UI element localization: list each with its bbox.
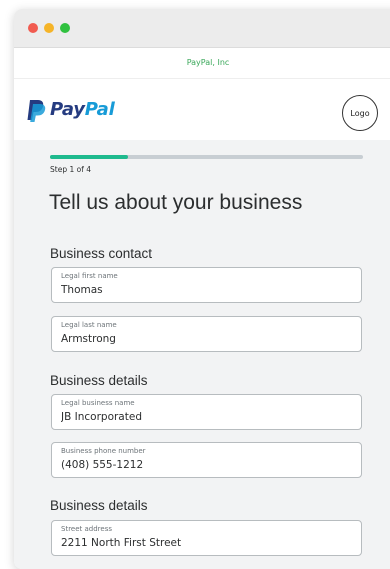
- business-phone-number-label: Business phone number: [61, 447, 146, 455]
- paypal-wordmark: PayPal: [50, 99, 115, 120]
- paypal-logo-icon: [27, 100, 46, 122]
- street-address-label: Street address: [61, 525, 112, 533]
- paypal-wordmark-pal: Pal: [84, 99, 115, 120]
- site-identity-label: PayPal, Inc: [186, 58, 230, 67]
- legal-business-name-label: Legal business name: [61, 399, 135, 407]
- street-address-input[interactable]: [61, 537, 351, 549]
- section-title-business-details: Business details: [50, 373, 148, 388]
- address-bar[interactable]: PayPal, Inc: [14, 48, 390, 79]
- partner-logo-placeholder: Logo: [342, 95, 378, 131]
- page-title: Tell us about your business: [49, 191, 303, 214]
- legal-first-name-input[interactable]: [61, 284, 351, 296]
- section-title-business-address: Business details: [50, 498, 148, 513]
- legal-first-name-label: Legal first name: [61, 272, 118, 280]
- page-header: PayPal Logo: [14, 79, 390, 142]
- progress-bar: [50, 155, 363, 159]
- legal-last-name-field[interactable]: Legal last name: [51, 316, 362, 352]
- section-title-business-contact: Business contact: [50, 246, 153, 261]
- paypal-wordmark-pay: Pay: [50, 99, 85, 120]
- minimize-window-button[interactable]: [44, 23, 54, 33]
- maximize-window-button[interactable]: [60, 23, 70, 33]
- window-titlebar: [14, 9, 390, 48]
- onboarding-form: Step 1 of 4 Tell us about your business …: [14, 140, 390, 569]
- business-phone-number-field[interactable]: Business phone number: [51, 442, 362, 478]
- legal-business-name-field[interactable]: Legal business name: [51, 394, 362, 430]
- business-phone-number-input[interactable]: [61, 459, 351, 471]
- logo-placeholder-text: Logo: [350, 108, 370, 118]
- close-window-button[interactable]: [28, 23, 38, 33]
- legal-business-name-input[interactable]: [61, 411, 351, 423]
- legal-last-name-label: Legal last name: [61, 321, 117, 329]
- legal-first-name-field[interactable]: Legal first name: [51, 267, 362, 303]
- browser-window: PayPal, Inc PayPal Logo Step 1 of 4 Tell…: [14, 9, 390, 569]
- progress-bar-fill: [50, 155, 129, 159]
- step-indicator: Step 1 of 4: [50, 165, 92, 174]
- legal-last-name-input[interactable]: [61, 333, 351, 345]
